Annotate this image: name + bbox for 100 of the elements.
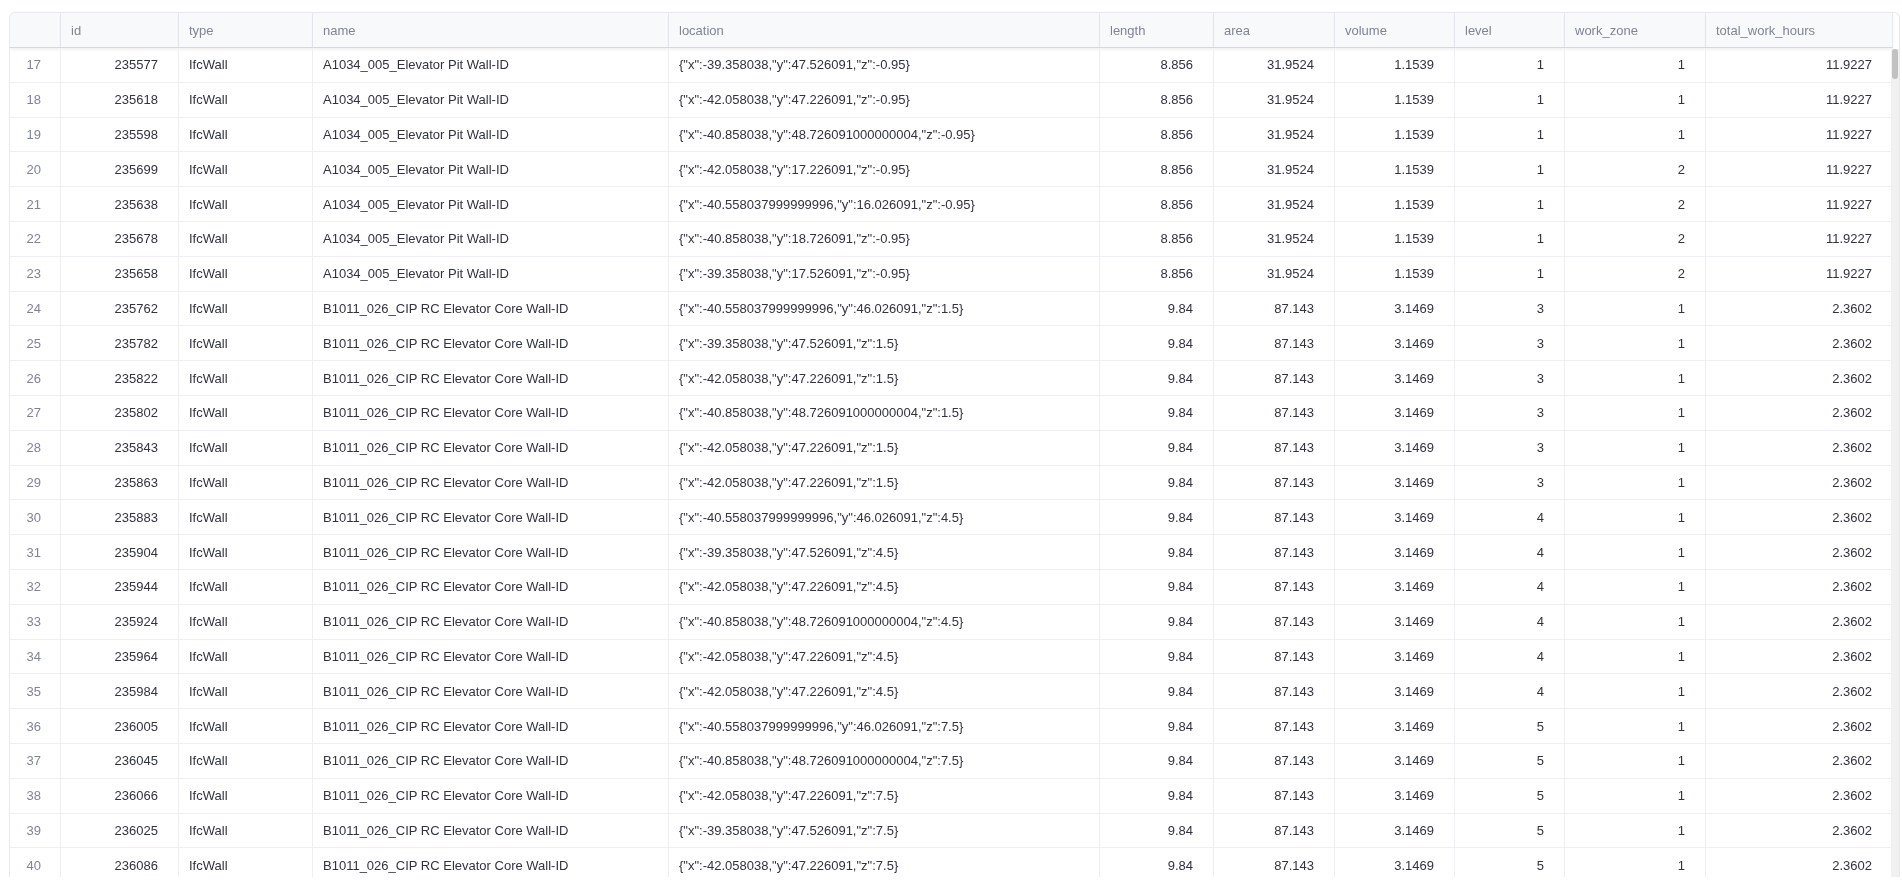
column-header[interactable]: total_work_hours (1706, 13, 1893, 48)
table-cell: {"x":-39.358038,"y":47.526091,"z":7.5} (669, 813, 1100, 849)
table-cell: 1 (1565, 395, 1706, 431)
table-cell: 3 (1455, 361, 1565, 396)
table-cell: A1034_005_Elevator Pit Wall-ID (313, 48, 669, 83)
table-cell: {"x":-40.858038,"y":48.726091000000004,"z":7.5} (669, 743, 1100, 779)
table-cell: 87.143 (1214, 778, 1335, 814)
table-cell: 8.856 (1100, 48, 1214, 83)
table-cell: 87.143 (1214, 743, 1335, 779)
table-cell: B1011_026_CIP RC Elevator Core Wall-ID (313, 778, 669, 814)
table-cell: 1.1539 (1335, 187, 1455, 222)
row-number: 18 (10, 82, 61, 118)
table-cell: 4 (1455, 639, 1565, 675)
table-cell: 8.856 (1100, 256, 1214, 292)
table-cell: 1.1539 (1335, 48, 1455, 83)
table-cell: 3.1469 (1335, 500, 1455, 536)
table-cell: B1011_026_CIP RC Elevator Core Wall-ID (313, 813, 669, 849)
table-cell: 235924 (61, 604, 179, 640)
table-cell: B1011_026_CIP RC Elevator Core Wall-ID (313, 535, 669, 570)
table-cell: B1011_026_CIP RC Elevator Core Wall-ID (313, 465, 669, 501)
scrollbar[interactable] (1891, 49, 1899, 877)
table-cell: 235822 (61, 361, 179, 396)
table-cell: 87.143 (1214, 465, 1335, 501)
table-cell: 3.1469 (1335, 709, 1455, 744)
column-header[interactable]: name (313, 13, 669, 48)
column-header[interactable]: level (1455, 13, 1565, 48)
table-cell: 1 (1565, 117, 1706, 153)
table-cell: A1034_005_Elevator Pit Wall-ID (313, 152, 669, 188)
table-cell: IfcWall (179, 395, 313, 431)
table-cell: 1 (1565, 569, 1706, 605)
row-number: 32 (10, 569, 61, 605)
table-cell: 1 (1455, 187, 1565, 222)
table-cell: IfcWall (179, 222, 313, 257)
table-cell: 87.143 (1214, 709, 1335, 744)
column-header[interactable]: area (1214, 13, 1335, 48)
table-cell: 235863 (61, 465, 179, 501)
scrollbar-thumb[interactable] (1892, 49, 1898, 79)
table-cell: {"x":-40.858038,"y":18.726091,"z":-0.95} (669, 222, 1100, 257)
table-cell: 87.143 (1214, 639, 1335, 675)
table-cell: 236005 (61, 709, 179, 744)
table-cell: 9.84 (1100, 326, 1214, 362)
table-cell: 4 (1455, 535, 1565, 570)
table-cell: 235964 (61, 639, 179, 675)
table-cell: A1034_005_Elevator Pit Wall-ID (313, 82, 669, 118)
table-cell: 1 (1565, 48, 1706, 83)
table-cell: 31.9524 (1214, 117, 1335, 153)
table-cell: 3.1469 (1335, 743, 1455, 779)
table-cell: 9.84 (1100, 535, 1214, 570)
table-cell: 3 (1455, 395, 1565, 431)
table-cell: 9.84 (1100, 604, 1214, 640)
table-cell: 1 (1565, 778, 1706, 814)
table-cell: 31.9524 (1214, 152, 1335, 188)
table-cell: 235843 (61, 430, 179, 466)
table-cell: 235944 (61, 569, 179, 605)
table-cell: 4 (1455, 569, 1565, 605)
table-cell: {"x":-40.558037999999996,"y":16.026091,"z":-0.95} (669, 187, 1100, 222)
table-cell: IfcWall (179, 848, 313, 877)
table-cell: {"x":-42.058038,"y":47.226091,"z":7.5} (669, 778, 1100, 814)
column-header[interactable]: volume (1335, 13, 1455, 48)
row-number: 29 (10, 465, 61, 501)
table-cell: 236086 (61, 848, 179, 877)
table-cell: IfcWall (179, 117, 313, 153)
row-number: 38 (10, 778, 61, 814)
column-header[interactable]: location (669, 13, 1100, 48)
table-cell: 8.856 (1100, 187, 1214, 222)
table-cell: B1011_026_CIP RC Elevator Core Wall-ID (313, 326, 669, 362)
table-cell: 1.1539 (1335, 117, 1455, 153)
row-number: 20 (10, 152, 61, 188)
table-cell: 4 (1455, 604, 1565, 640)
table-cell: {"x":-39.358038,"y":47.526091,"z":-0.95} (669, 48, 1100, 83)
table-cell: 9.84 (1100, 674, 1214, 710)
table-cell: {"x":-40.558037999999996,"y":46.026091,"z":1.5} (669, 291, 1100, 327)
table-cell: 235658 (61, 256, 179, 292)
table-cell: 235638 (61, 187, 179, 222)
table-cell: 236066 (61, 778, 179, 814)
table-cell: 3.1469 (1335, 430, 1455, 466)
column-header[interactable]: type (179, 13, 313, 48)
table-cell: 9.84 (1100, 569, 1214, 605)
column-header[interactable]: id (61, 13, 179, 48)
column-header[interactable]: work_zone (1565, 13, 1706, 48)
table-cell: 1 (1565, 709, 1706, 744)
table-cell: 8.856 (1100, 117, 1214, 153)
table-cell: 1.1539 (1335, 152, 1455, 188)
row-number: 36 (10, 709, 61, 744)
table-cell: 1 (1565, 813, 1706, 849)
table-cell: 3.1469 (1335, 639, 1455, 675)
row-number: 25 (10, 326, 61, 362)
table-cell: 3.1469 (1335, 674, 1455, 710)
table-cell: 1 (1565, 291, 1706, 327)
table-cell: 235762 (61, 291, 179, 327)
table-cell: {"x":-40.858038,"y":48.726091000000004,"z":4.5} (669, 604, 1100, 640)
table-cell: 87.143 (1214, 361, 1335, 396)
table-cell: A1034_005_Elevator Pit Wall-ID (313, 256, 669, 292)
table-cell: IfcWall (179, 639, 313, 675)
column-header[interactable]: length (1100, 13, 1214, 48)
table-cell: 31.9524 (1214, 187, 1335, 222)
table-cell: 236045 (61, 743, 179, 779)
table-cell: 9.84 (1100, 465, 1214, 501)
table-cell: IfcWall (179, 813, 313, 849)
table-cell: 87.143 (1214, 430, 1335, 466)
